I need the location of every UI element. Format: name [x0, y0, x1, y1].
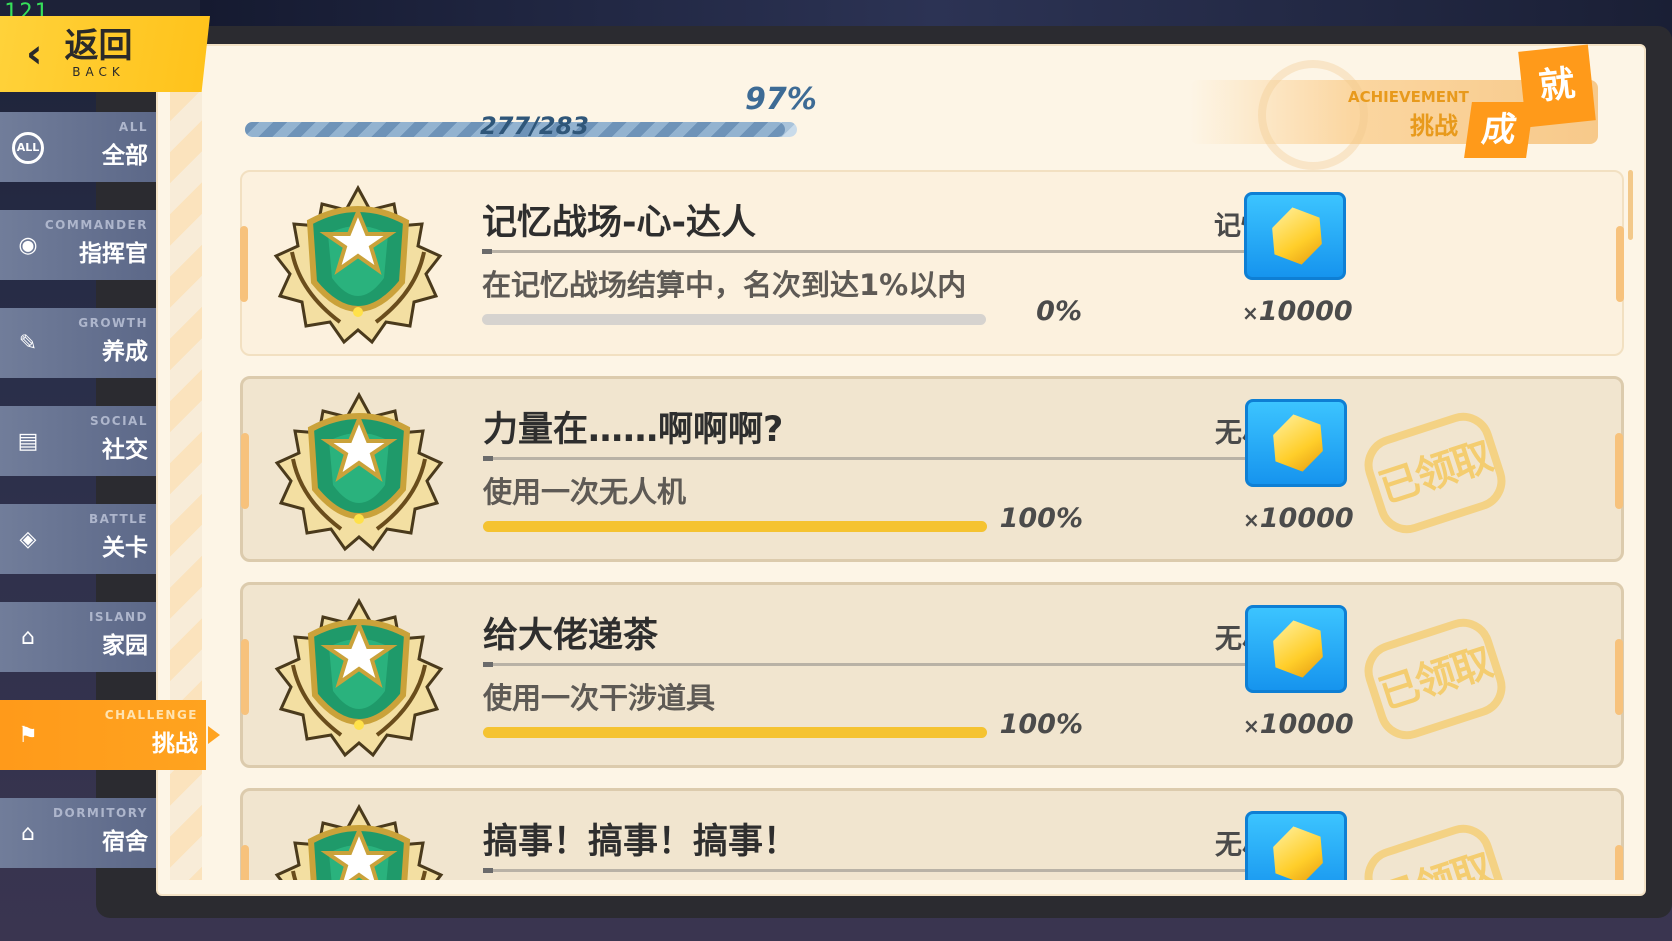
reward-item-button[interactable] [1244, 192, 1346, 280]
sidebar-item-label-en: DORMITORY [53, 806, 148, 820]
card-side-tab [240, 226, 248, 302]
title-divider [483, 456, 1321, 461]
achievement-card[interactable]: 力量在……啊啊啊?无尽深渊使用一次无人机100%×10000已领取 [240, 376, 1624, 562]
reward-quantity: ×10000 [1242, 296, 1353, 327]
title-divider [482, 249, 1320, 254]
achievement-list[interactable]: 记忆战场-心-达人记忆战场在记忆战场结算中，名次到达1%以内0%×10000力量… [158, 160, 1642, 880]
achievement-title: 给大佬递茶 [483, 616, 659, 656]
sidebar-item-commander[interactable]: ◉ COMMANDER 指挥官 [0, 210, 156, 280]
achievement-tile-1: 成 [1464, 102, 1534, 158]
sidebar-item-label-en: GROWTH [78, 316, 148, 330]
sidebar-item-label: 关卡 [102, 535, 148, 561]
card-side-tab [241, 433, 249, 509]
dormitory-icon: ⌂ [21, 821, 35, 846]
sidebar-item-label-en: ISLAND [88, 610, 148, 624]
crystal-gem-icon [1267, 823, 1329, 880]
title-divider [483, 662, 1321, 667]
card-side-tab [1616, 226, 1624, 302]
all-icon: ALL [12, 132, 44, 164]
sidebar-item-all[interactable]: ALL ALL 全部 [0, 112, 156, 182]
medal-icon [270, 182, 446, 350]
card-side-tab [241, 639, 249, 715]
claimed-stamp: 已领取 [1356, 405, 1514, 541]
achievement-progress-bar [482, 314, 986, 325]
reward-amount: 10000 [1258, 296, 1353, 327]
sidebar-item-growth[interactable]: ✎ GROWTH 养成 [0, 308, 156, 378]
sidebar-item-label-en: SOCIAL [89, 414, 148, 428]
achievement-card[interactable]: 记忆战场-心-达人记忆战场在记忆战场结算中，名次到达1%以内0%×10000 [240, 170, 1624, 356]
sidebar-item-label: 指挥官 [79, 241, 148, 267]
achievement-progress-bar [483, 727, 987, 738]
reward-multiplier-sign: × [1242, 301, 1259, 325]
reward-amount: 10000 [1259, 503, 1354, 534]
claimed-stamp: 已领取 [1356, 817, 1514, 880]
achievement-progress-fill [483, 727, 987, 738]
home-icon: ⌂ [21, 625, 35, 650]
achievement-progress-percent: 100% [999, 709, 1083, 740]
achievement-description: 在记忆战场结算中，名次到达1%以内 [482, 268, 967, 302]
sidebar-item-dormitory[interactable]: ⌂ DORMITORY 宿舍 [0, 798, 156, 868]
reward-item-button[interactable] [1245, 605, 1347, 693]
sidebar-item-social[interactable]: ▤ SOCIAL 社交 [0, 406, 156, 476]
sidebar-item-island[interactable]: ⌂ ISLAND 家园 [0, 602, 156, 672]
sidebar-item-label: 养成 [102, 339, 148, 365]
achievement-description: 使用一次无人机 [483, 475, 687, 509]
laurel-watermark-icon [1258, 60, 1368, 170]
card-side-tab [1615, 845, 1623, 880]
crystal-gem-icon [1266, 204, 1328, 268]
chevron-left-icon: ‹ [26, 31, 43, 77]
medal-icon [271, 595, 447, 763]
achievement-title: 记忆战场-心-达人 [482, 203, 757, 243]
medal-icon [271, 801, 447, 880]
reward-quantity: ×10000 [1243, 503, 1354, 534]
id-card-icon: ▤ [17, 429, 39, 454]
sidebar-item-label: 家园 [102, 633, 148, 659]
achievement-card[interactable]: 搞事！搞事！搞事！无尽深渊已领取 [240, 788, 1624, 880]
back-label: 返回 [64, 26, 133, 66]
achievement-progress-percent: 100% [999, 503, 1083, 534]
notebook-icon: ✎ [18, 331, 38, 356]
sidebar-item-battle[interactable]: ◈ BATTLE 关卡 [0, 504, 156, 574]
medal-icon [271, 389, 447, 557]
commander-icon: ◉ [18, 233, 38, 258]
flag-icon: ⚑ [18, 723, 38, 748]
reward-item-button[interactable] [1245, 811, 1347, 880]
overall-progress-percent: 97% [745, 82, 817, 117]
sidebar-item-label-en: BATTLE [89, 512, 148, 526]
reward-amount: 10000 [1259, 709, 1354, 740]
crystal-gem-icon [1267, 617, 1329, 681]
achievement-card[interactable]: 给大佬递茶无尽深渊使用一次干涉道具100%×10000已领取 [240, 582, 1624, 768]
reward-multiplier-sign: × [1243, 714, 1260, 738]
reward-multiplier-sign: × [1243, 508, 1260, 532]
achievement-badge-en: ACHIEVEMENT [1348, 88, 1469, 106]
achievement-title: 力量在……啊啊啊? [483, 410, 784, 450]
achievement-title: 搞事！搞事！搞事！ [483, 822, 799, 862]
map-pin-icon: ◈ [19, 527, 37, 552]
sidebar-item-label-en: ALL [118, 120, 148, 134]
achievement-badge-category: 挑战 [1410, 112, 1458, 140]
crystal-gem-icon [1267, 411, 1329, 475]
card-side-tab [241, 845, 249, 880]
sidebar-item-label-en: COMMANDER [44, 218, 148, 232]
claimed-stamp: 已领取 [1356, 611, 1514, 747]
achievement-progress-fill [483, 521, 987, 532]
sidebar-item-label: 社交 [102, 437, 148, 463]
back-label-en: BACK [72, 65, 125, 79]
card-side-tab [1615, 433, 1623, 509]
achievement-progress-percent: 0% [1036, 296, 1082, 327]
reward-quantity: ×10000 [1243, 709, 1354, 740]
achievement-description: 使用一次干涉道具 [483, 681, 716, 715]
overall-progress-count: 277/283 [480, 112, 589, 140]
achievement-progress-bar [483, 521, 987, 532]
reward-item-button[interactable] [1245, 399, 1347, 487]
card-side-tab [1615, 639, 1623, 715]
sidebar-item-label: 宿舍 [102, 829, 148, 855]
sidebar: ALL ALL 全部 ◉ COMMANDER 指挥官 ✎ GROWTH 养成 ▤ SOCIAL 社交 ◈… [0, 112, 220, 896]
back-button[interactable]: ‹ 返回 BACK [0, 16, 210, 92]
sidebar-item-label: 全部 [102, 143, 148, 169]
scrollbar[interactable] [1628, 170, 1633, 240]
title-divider [483, 868, 1321, 873]
